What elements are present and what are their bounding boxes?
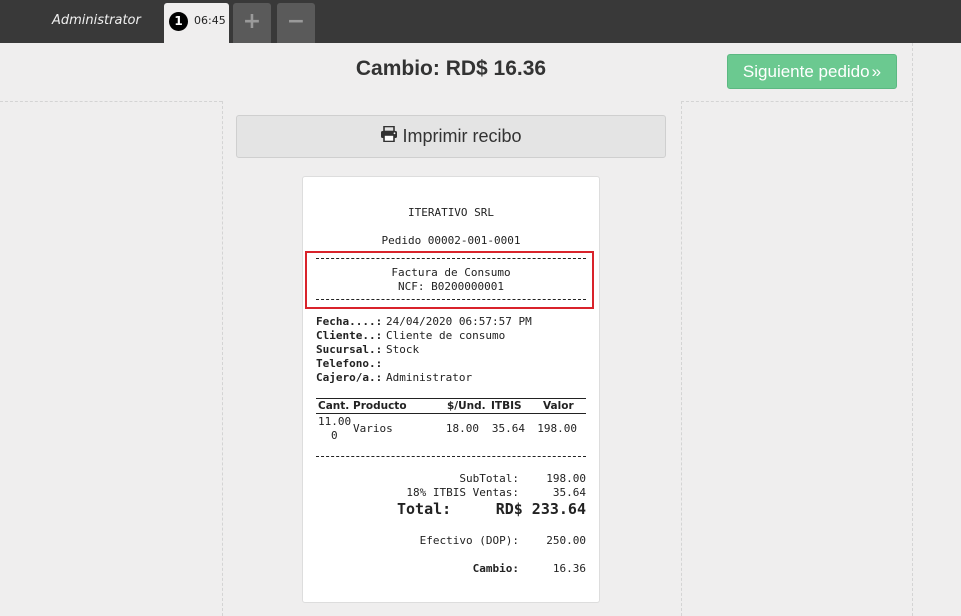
highlight-box: [305, 251, 594, 309]
top-bar: Administrator 1 06:45 + −: [0, 0, 961, 43]
add-tab-button[interactable]: +: [233, 3, 271, 43]
col-itbis: ITBIS: [491, 400, 522, 412]
total-label: Total:: [397, 500, 452, 518]
next-order-label: Siguiente pedido: [742, 61, 870, 81]
info-value: Administrator: [386, 371, 473, 384]
receipt-divider: [316, 456, 586, 457]
receipt-preview: ITERATIVO SRL Pedido 00002-001-0001 Fact…: [302, 176, 600, 603]
subtotal-label: SubTotal:: [459, 472, 519, 485]
table-header-line: [316, 413, 586, 414]
remove-tab-button[interactable]: −: [277, 3, 315, 43]
cash-value: 250.00: [546, 534, 586, 547]
info-label: Sucursal.:: [316, 343, 383, 356]
col-value: Valor: [543, 400, 574, 412]
info-label: Cajero/a.:: [316, 371, 383, 384]
itbis-label: 18% ITBIS Ventas:: [406, 486, 519, 499]
tab-number-badge: 1: [169, 12, 188, 31]
change-label: Cambio:: [472, 562, 519, 575]
divider: [681, 101, 682, 616]
double-chevron-right-icon: »: [871, 61, 882, 81]
subtotal-value: 198.00: [546, 472, 586, 485]
user-name[interactable]: Administrator: [52, 13, 141, 28]
printer-icon: [380, 125, 398, 147]
info-label: Telefono.:: [316, 357, 383, 370]
next-order-button[interactable]: Siguiente pedido »: [727, 54, 897, 89]
receipt-company: ITERATIVO SRL: [407, 206, 495, 219]
print-receipt-button[interactable]: Imprimir recibo: [236, 115, 666, 158]
info-label: Fecha....:: [316, 315, 383, 328]
divider: [0, 101, 222, 102]
info-label: Cliente..:: [316, 329, 383, 342]
col-unit: $/Und.: [447, 400, 486, 412]
item-product: Varios: [353, 422, 393, 435]
print-receipt-label: Imprimir recibo: [402, 126, 522, 146]
col-qty: Cant.: [318, 400, 350, 412]
info-value: Stock: [386, 343, 420, 356]
info-value: 24/04/2020 06:57:57 PM: [386, 315, 532, 328]
table-top-line: [316, 398, 586, 399]
cash-label: Efectivo (DOP):: [419, 534, 519, 547]
order-tab-1[interactable]: 1 06:45: [164, 3, 229, 43]
item-qty-cont: 0: [331, 429, 338, 442]
change-value: 16.36: [552, 562, 586, 575]
info-value: Cliente de consumo: [386, 329, 506, 342]
item-value: 198.00: [537, 422, 577, 435]
item-unit-price: 18.00: [445, 422, 479, 435]
item-qty: 11.00: [318, 415, 352, 428]
receipt-order-number: Pedido 00002-001-0001: [381, 234, 521, 247]
divider: [912, 43, 913, 616]
tab-time: 06:45: [194, 14, 226, 27]
total-value: RD$ 233.64: [495, 500, 586, 518]
col-product: Producto: [353, 400, 407, 412]
change-title: Cambio: RD$ 16.36: [355, 57, 547, 80]
item-itbis: 35.64: [491, 422, 525, 435]
itbis-value: 35.64: [552, 486, 586, 499]
divider: [681, 101, 913, 102]
divider: [222, 101, 223, 616]
